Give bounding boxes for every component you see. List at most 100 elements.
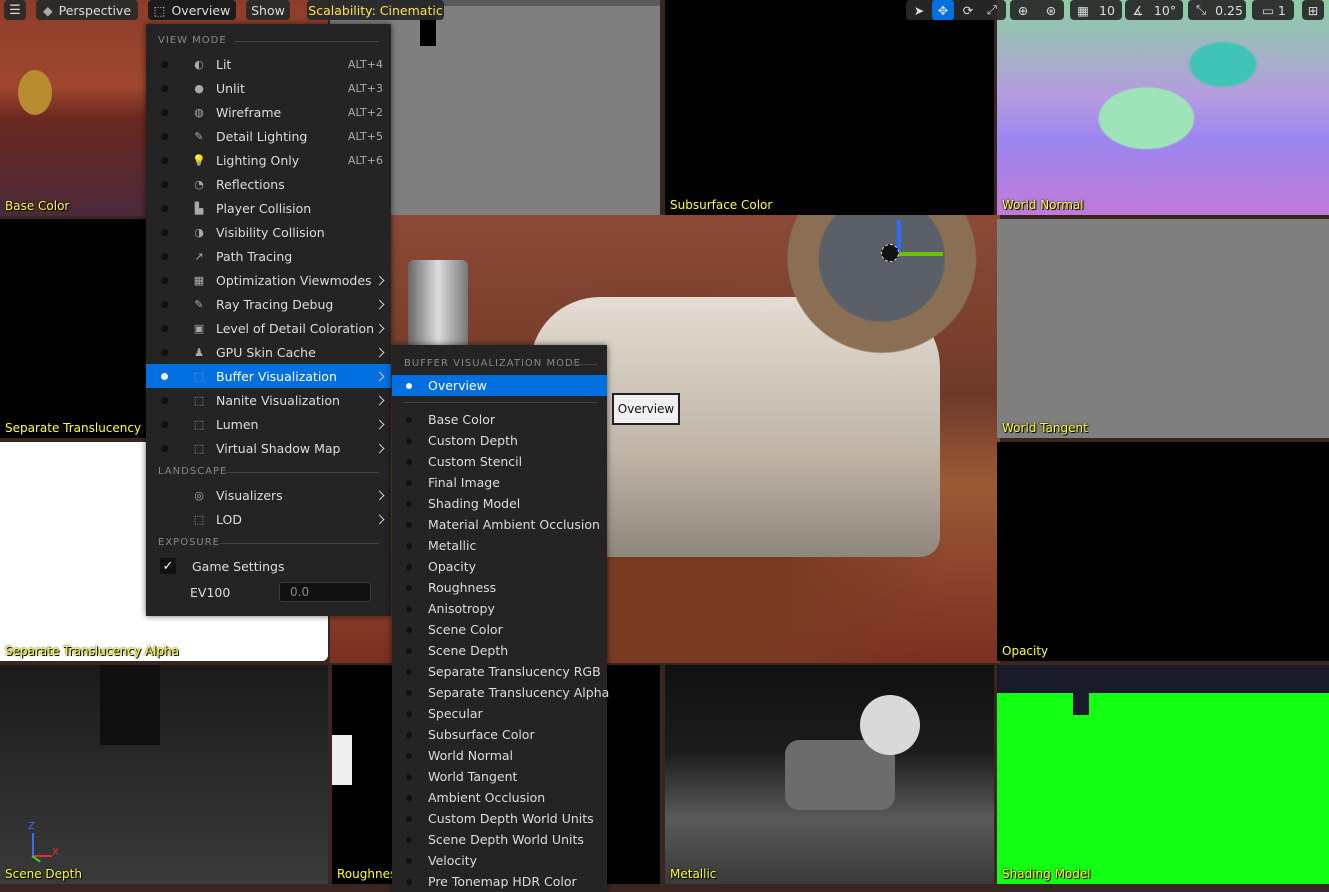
- grid-snap-value[interactable]: 10: [1095, 0, 1119, 20]
- buffer-item-label: Specular: [428, 706, 483, 721]
- layout-button[interactable]: ⊞: [1302, 0, 1324, 20]
- hamburger-menu-button[interactable]: ☰: [4, 0, 26, 20]
- buffer-item-opacity[interactable]: Opacity: [392, 556, 607, 577]
- view-mode-item-unlit[interactable]: ● Unlit ALT+3: [146, 76, 391, 100]
- optimization-icon: ▦: [193, 273, 205, 287]
- radio-dot: [161, 396, 168, 404]
- landscape-item-lod[interactable]: ⬚ LOD: [146, 507, 391, 531]
- select-mode-button[interactable]: ➤: [908, 0, 930, 20]
- view-mode-item-lumen[interactable]: ⬚ Lumen: [146, 412, 391, 436]
- view-mode-item-path-tracing[interactable]: ↗ Path Tracing: [146, 244, 391, 268]
- view-mode-item-visibility-collision[interactable]: ◑ Visibility Collision: [146, 220, 391, 244]
- view-mode-item-lighting-only[interactable]: 💡 Lighting Only ALT+6: [146, 148, 391, 172]
- radio-dot: [406, 710, 412, 717]
- ev100-input[interactable]: [279, 582, 371, 602]
- transform-gizmo[interactable]: [875, 220, 945, 270]
- buffer-item-label: Scene Depth: [428, 643, 509, 658]
- view-mode-item-nanite-visualization[interactable]: ⬚ Nanite Visualization: [146, 388, 391, 412]
- radio-dot: [406, 731, 412, 738]
- buffer-item-metallic[interactable]: Metallic: [392, 535, 607, 556]
- buffer-item-anisotropy[interactable]: Anisotropy: [392, 598, 607, 619]
- radio-dot: [161, 132, 168, 140]
- surface-snap-button[interactable]: ⊛: [1040, 0, 1062, 20]
- view-mode-item-optimization-viewmodes[interactable]: ▦ Optimization Viewmodes: [146, 268, 391, 292]
- buffer-item-final-image[interactable]: Final Image: [392, 472, 607, 493]
- scale-snap-toggle[interactable]: ⤡: [1190, 0, 1212, 20]
- buffer-item-world-normal[interactable]: World Normal: [392, 745, 607, 766]
- world-tangent-viewport[interactable]: World Tangent: [997, 219, 1329, 438]
- buffer-item-label: Subsurface Color: [428, 727, 535, 742]
- rotate-mode-button[interactable]: ⟳: [957, 0, 979, 20]
- section-buffer-visualization-mode: Buffer Visualization Mode: [404, 358, 581, 369]
- camera-speed-button[interactable]: ▭ 1: [1254, 0, 1294, 20]
- scale-snap-value[interactable]: 0.25: [1213, 0, 1245, 20]
- rotation-snap-toggle[interactable]: ∡: [1127, 0, 1149, 20]
- game-settings-label: Game Settings: [192, 558, 285, 574]
- view-mode-item-lit[interactable]: ◐ Lit ALT+4: [146, 52, 391, 76]
- view-mode-item-gpu-skin-cache[interactable]: ♟ GPU Skin Cache: [146, 340, 391, 364]
- scale-mode-button[interactable]: ⤢: [981, 0, 1003, 20]
- select-arrow-icon: ➤: [913, 2, 925, 18]
- radio-dot: [406, 626, 412, 633]
- game-settings-checkbox-row[interactable]: ✓ Game Settings: [146, 554, 391, 578]
- buffer-item-custom-depth-world-units[interactable]: Custom Depth World Units: [392, 808, 607, 829]
- view-mode-item-virtual-shadow-map[interactable]: ⬚ Virtual Shadow Map: [146, 436, 391, 460]
- scale-icon: ⤢: [986, 2, 997, 17]
- buffer-item-custom-depth[interactable]: Custom Depth: [392, 430, 607, 451]
- tile-label-shading-model: Shading Model: [1002, 867, 1091, 881]
- tile-label-metallic: Metallic: [670, 867, 717, 881]
- buffer-item-scene-depth[interactable]: Scene Depth: [392, 640, 607, 661]
- buffer-item-velocity[interactable]: Velocity: [392, 850, 607, 871]
- buffer-item-shading-model[interactable]: Shading Model: [392, 493, 607, 514]
- buffer-item-pre-tonemap-hdr-color[interactable]: Pre Tonemap HDR Color: [392, 871, 607, 892]
- perspective-button[interactable]: ◆ Perspective: [36, 0, 138, 20]
- view-mode-item-reflections[interactable]: ◔ Reflections: [146, 172, 391, 196]
- view-mode-item-player-collision[interactable]: ▙ Player Collision: [146, 196, 391, 220]
- buffer-item-separate-translucency-alpha[interactable]: Separate Translucency Alpha: [392, 682, 609, 703]
- buffer-item-scene-color[interactable]: Scene Color: [392, 619, 607, 640]
- rotation-snap-value[interactable]: 10°: [1150, 0, 1180, 20]
- buffer-item-base-color[interactable]: Base Color: [392, 409, 607, 430]
- shading-model-viewport[interactable]: Shading Model: [997, 665, 1329, 884]
- subsurface-color-viewport[interactable]: Subsurface Color: [665, 0, 994, 215]
- view-mode-item-detail-lighting[interactable]: ✎ Detail Lighting ALT+5: [146, 124, 391, 148]
- shortcut-label: ALT+2: [347, 105, 383, 119]
- buffer-item-custom-stencil[interactable]: Custom Stencil: [392, 451, 607, 472]
- buffer-item-overview[interactable]: Overview: [392, 375, 607, 396]
- view-mode-item-buffer-visualization[interactable]: ⬚ Buffer Visualization: [146, 364, 391, 388]
- view-mode-item-wireframe[interactable]: ◍ Wireframe ALT+2: [146, 100, 391, 124]
- buffer-item-separate-translucency-rgb[interactable]: Separate Translucency RGB: [392, 661, 607, 682]
- world-local-button[interactable]: ⊕: [1012, 0, 1034, 20]
- buffer-item-ambient-occlusion[interactable]: Ambient Occlusion: [392, 787, 607, 808]
- buffer-item-scene-depth-world-units[interactable]: Scene Depth World Units: [392, 829, 607, 850]
- view-mode-item-level-of-detail-coloration[interactable]: ▣ Level of Detail Coloration: [146, 316, 391, 340]
- view-mode-menu: View Mode ◐ Lit ALT+4 ● Unlit ALT+3 ◍ Wireframe…: [146, 24, 391, 616]
- show-button[interactable]: Show: [246, 0, 290, 20]
- rotation-snap-value-label: 10°: [1153, 2, 1177, 18]
- buffer-item-material-ambient-occlusion[interactable]: Material Ambient Occlusion: [392, 514, 607, 535]
- buffer-item-specular[interactable]: Specular: [392, 703, 607, 724]
- game-settings-checkbox[interactable]: ✓: [160, 558, 176, 574]
- translate-mode-button[interactable]: ✥: [932, 0, 954, 20]
- radio-dot: [161, 228, 168, 236]
- view-mode-item-label: Ray Tracing Debug: [216, 296, 334, 312]
- scene-depth-viewport[interactable]: Z X Scene Depth: [0, 665, 328, 884]
- opacity-viewport[interactable]: Opacity: [997, 442, 1329, 661]
- grid-snap-value-label: 10: [1099, 2, 1115, 18]
- metallic-viewport[interactable]: Metallic: [665, 665, 994, 884]
- world-normal-viewport[interactable]: World Normal: [997, 0, 1329, 215]
- view-mode-item-label: Detail Lighting: [216, 128, 308, 144]
- detail-lighting-icon: ✎: [194, 129, 204, 143]
- buffer-item-roughness[interactable]: Roughness: [392, 577, 607, 598]
- view-mode-item-ray-tracing-debug[interactable]: ✎ Ray Tracing Debug: [146, 292, 391, 316]
- view-mode-item-label: Unlit: [216, 80, 245, 96]
- view-mode-button[interactable]: ⬚ Overview: [148, 0, 236, 20]
- buffer-visualization-icon: ⬚: [193, 369, 205, 383]
- camera-icon: ▭: [1262, 2, 1274, 18]
- grid-snap-toggle[interactable]: ▦: [1072, 0, 1094, 20]
- buffer-item-subsurface-color[interactable]: Subsurface Color: [392, 724, 607, 745]
- scalability-button[interactable]: Scalability: Cinematic: [307, 0, 444, 20]
- scale-snap-value-label: 0.25: [1215, 2, 1243, 18]
- landscape-item-visualizers[interactable]: ◎ Visualizers: [146, 483, 391, 507]
- buffer-item-world-tangent[interactable]: World Tangent: [392, 766, 607, 787]
